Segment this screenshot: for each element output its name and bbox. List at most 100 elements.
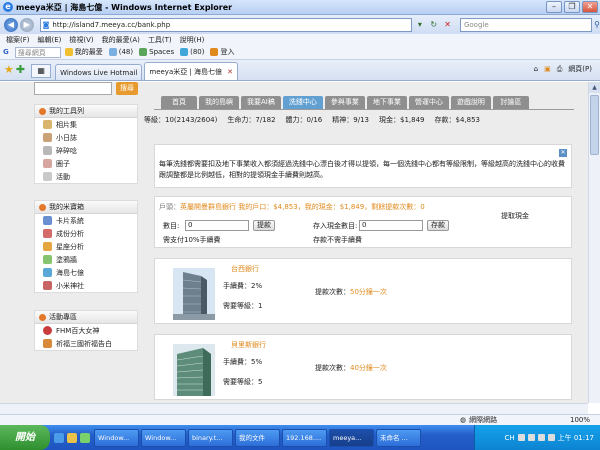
tab-home[interactable]: 首頁 <box>161 96 197 109</box>
quick-launch <box>54 432 90 443</box>
security-tray-icon[interactable] <box>547 434 555 441</box>
forward-button[interactable]: ▶ <box>19 17 34 32</box>
tab-business[interactable]: 參與事業 <box>324 96 365 109</box>
toolbar-search-input[interactable]: 搜尋網頁 <box>14 46 61 58</box>
bank-building-image <box>173 344 215 396</box>
toolbar-signin[interactable]: 登入 <box>210 47 234 57</box>
home-icon[interactable]: ⌂ <box>534 65 538 73</box>
google-g-icon[interactable]: G <box>3 48 9 56</box>
taskbar-item[interactable]: Window... <box>94 428 139 447</box>
sidebar-item-fhm[interactable]: FHM百大女神 <box>35 324 137 337</box>
sidebar-item-murmur[interactable]: 碎碎唸 <box>35 144 137 157</box>
menu-file[interactable]: 檔案(F) <box>6 35 30 45</box>
toolbar-spaces[interactable]: Spaces <box>139 48 174 56</box>
toolbar-favorites[interactable]: 我的最愛 <box>64 47 103 57</box>
messenger-tray-icon[interactable] <box>537 434 545 441</box>
withdraw-button[interactable]: 提款 <box>253 220 275 231</box>
tab-my-island[interactable]: 我的島嶼 <box>199 96 239 109</box>
print-icon[interactable]: ⎙ <box>557 65 563 74</box>
menu-favorites[interactable]: 我的最愛(A) <box>102 35 140 45</box>
section-header: 我的米寶箱 <box>35 201 137 214</box>
tab-forum[interactable]: 討論區 <box>492 96 529 109</box>
sidebar-item-albums[interactable]: 相片集 <box>35 118 137 131</box>
taskbar-item[interactable]: 192.168.... <box>282 428 327 447</box>
deposit-amount-input[interactable]: 0 <box>359 220 423 231</box>
address-input[interactable]: ◙ http://island7.meeya.cc/bank.php <box>39 17 413 32</box>
tab-game-guide[interactable]: 遊戲說明 <box>450 96 491 109</box>
refresh-icon[interactable]: ↻ <box>427 18 440 31</box>
account-bank-link[interactable]: 英屬開曼群島銀行 <box>180 203 236 211</box>
sidebar-item-island[interactable]: 海島七億 <box>35 266 137 279</box>
minimize-button[interactable]: – <box>546 1 562 13</box>
sidebar-item-graffiti[interactable]: 塗鴉牆 <box>35 253 137 266</box>
withdraw-amount-input[interactable]: 0 <box>185 220 249 231</box>
taskbar-item[interactable]: Window... <box>141 428 186 447</box>
search-input[interactable]: Google <box>459 17 593 32</box>
scroll-up-icon[interactable]: ▲ <box>589 82 600 93</box>
menu-bar: 檔案(F) 編輯(E) 檢視(V) 我的最愛(A) 工具(T) 說明(H) <box>0 34 600 45</box>
sidebar-item-cards[interactable]: 卡片系統 <box>35 214 137 227</box>
sidebar-item-ingredients[interactable]: 成份分析 <box>35 227 137 240</box>
back-button[interactable]: ◀ <box>4 17 18 32</box>
close-notice-icon[interactable]: ✕ <box>559 149 567 157</box>
tab-underground[interactable]: 地下事業 <box>366 96 407 109</box>
sidebar-item-circles[interactable]: 圈子 <box>35 157 137 170</box>
section-header: 活動專區 <box>35 311 137 324</box>
bank-name[interactable]: 貝里斯銀行 <box>231 340 266 350</box>
ie-quick-icon[interactable] <box>54 432 64 443</box>
language-indicator[interactable]: CH <box>504 434 514 442</box>
media-quick-icon[interactable] <box>80 432 90 443</box>
menu-tools[interactable]: 工具(T) <box>148 35 172 45</box>
mail-icon <box>108 48 117 56</box>
sidebar-item-threekingdoms[interactable]: 祈福三國祈福告白 <box>35 337 137 350</box>
dropdown-icon[interactable]: ▾ <box>413 18 426 31</box>
close-button[interactable]: ✕ <box>582 1 598 13</box>
game-nav: 首頁 我的島嶼 我要AI稿 洗錢中心 參與事業 地下事業 營運中心 遊戲說明 討… <box>161 96 529 109</box>
stop-icon[interactable]: ✕ <box>441 18 454 31</box>
sidebar-search-input[interactable] <box>34 82 112 95</box>
sidebar-item-diary[interactable]: 小日誌 <box>35 131 137 144</box>
search-icon[interactable]: ⚲ <box>594 20 600 29</box>
quick-tabs-icon[interactable]: ▦ <box>31 64 52 78</box>
fhm-icon <box>43 326 52 335</box>
withdraw-cash-link[interactable]: 提取現金 <box>501 211 529 221</box>
deposit-button[interactable]: 存款 <box>427 220 449 231</box>
vertical-scrollbar[interactable]: ▲ <box>588 82 600 403</box>
tab-operations[interactable]: 營運中心 <box>408 96 449 109</box>
menu-edit[interactable]: 編輯(E) <box>38 35 62 45</box>
volume-icon[interactable] <box>527 434 535 441</box>
horizontal-scrollbar[interactable] <box>0 403 588 414</box>
feed-icon[interactable]: ▣ <box>544 65 551 73</box>
zoom-level[interactable]: 100% <box>570 416 590 424</box>
toolbar-messenger-count[interactable]: (80) <box>180 48 204 56</box>
tab-close-icon[interactable]: ✕ <box>227 68 233 76</box>
sidebar-search-button[interactable]: 搜尋 <box>116 82 138 95</box>
taskbar-item[interactable]: 未命名 ... <box>376 428 421 447</box>
page-menu[interactable]: 網頁(P) <box>568 64 592 74</box>
diary-icon <box>43 133 52 142</box>
graffiti-icon <box>43 255 52 264</box>
section-bullet-icon <box>39 203 46 211</box>
favorites-star-icon[interactable]: ★ <box>4 63 14 76</box>
tab-laundering-center[interactable]: 洗錢中心 <box>282 96 323 109</box>
network-icon[interactable] <box>517 434 525 441</box>
scroll-thumb[interactable] <box>590 95 599 155</box>
tab-meeya[interactable]: meeya米亞 | 海島七億 ✕ <box>144 62 238 80</box>
taskbar-item[interactable]: meeya... <box>329 428 374 447</box>
taskbar-item[interactable]: 我的文件 <box>235 428 280 447</box>
toolbar-mail-count[interactable]: (48) <box>108 48 133 56</box>
address-bar: ◀ ▶ ◙ http://island7.meeya.cc/bank.php ▾… <box>0 15 600 34</box>
menu-view[interactable]: 檢視(V) <box>69 35 93 45</box>
start-button[interactable]: 開始 <box>0 425 50 450</box>
menu-help[interactable]: 說明(H) <box>180 35 205 45</box>
tab-ai[interactable]: 我要AI稿 <box>241 96 281 109</box>
taskbar-item[interactable]: binary.t... <box>188 428 233 447</box>
desktop-quick-icon[interactable] <box>67 432 77 443</box>
sidebar-item-events[interactable]: 活動 <box>35 170 137 183</box>
sidebar-item-shrine[interactable]: 小米神社 <box>35 279 137 292</box>
sidebar-item-zodiac[interactable]: 星座分析 <box>35 240 137 253</box>
maximize-button[interactable]: ❐ <box>564 1 580 13</box>
tab-hotmail[interactable]: Windows Live Hotmail <box>55 64 143 80</box>
add-favorite-icon[interactable]: ✚ <box>16 63 25 76</box>
bank-name[interactable]: 台西銀行 <box>231 264 259 274</box>
